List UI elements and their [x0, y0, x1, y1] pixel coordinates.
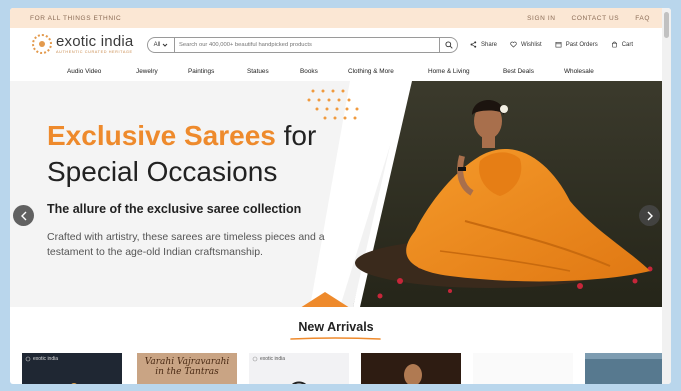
decorative-dots [307, 89, 359, 120]
faq-link[interactable]: FAQ [635, 15, 650, 22]
header-actions: Share Wishlist Past Orders Cart [470, 41, 633, 48]
product-brand-label: exotic india [33, 356, 59, 362]
chevron-right-icon [647, 211, 653, 220]
past-orders-button[interactable]: Past Orders [555, 41, 598, 48]
top-links: SIGN IN CONTACT US FAQ [527, 15, 650, 22]
past-orders-label: Past Orders [565, 41, 598, 48]
product-card[interactable]: Varahi Vajravarahi in the Tantras [137, 353, 237, 384]
product-card[interactable] [361, 353, 461, 384]
top-tagline: FOR ALL THINGS ETHNIC [30, 14, 122, 22]
cart-icon [611, 41, 617, 48]
carousel-next-button[interactable] [639, 205, 660, 226]
new-arrivals-row: exotic india Varahi Vajravarahi in the T… [22, 353, 662, 384]
sign-in-link[interactable]: SIGN IN [527, 15, 555, 22]
logo-name: exotic india [56, 33, 134, 50]
hero-banner: Exclusive Sarees for Special Occasions T… [10, 81, 662, 307]
hero-title-line1: Exclusive Sarees for [47, 121, 316, 151]
nav-item-books[interactable]: Books [300, 68, 318, 75]
decorative-triangle [301, 292, 349, 307]
orders-icon [555, 42, 562, 48]
hero-description: Crafted with artistry, these sarees are … [47, 231, 325, 258]
contact-us-link[interactable]: CONTACT US [572, 15, 620, 22]
new-arrivals-title: New Arrivals [298, 320, 374, 334]
product-card[interactable] [473, 353, 573, 384]
scrollbar-thumb[interactable] [664, 12, 669, 38]
site-logo[interactable]: exotic india AUTHENTIC CURATED HERITAGE [32, 34, 133, 54]
hero-subtitle: The allure of the exclusive saree collec… [47, 202, 302, 216]
search-category-value: All [153, 42, 161, 48]
search-input[interactable] [175, 38, 439, 52]
hero-title-line2: Special Occasions [47, 156, 278, 187]
nav-item-clothing[interactable]: Clothing & More [348, 68, 394, 75]
wishlist-label: Wishlist [521, 41, 542, 48]
product-card[interactable]: exotic india [22, 353, 122, 384]
wishlist-button[interactable]: Wishlist [510, 41, 542, 48]
product-brand-label: exotic india [260, 356, 286, 362]
nav-item-audio-video[interactable]: Audio Video [67, 68, 101, 75]
product-thumbnail [585, 353, 662, 384]
chevron-left-icon [20, 211, 26, 220]
search-category-select[interactable]: All [148, 38, 175, 52]
share-icon [470, 41, 477, 48]
search-bar: All [147, 37, 458, 53]
new-arrivals-underline [290, 337, 381, 340]
top-strip: FOR ALL THINGS ETHNIC SIGN IN CONTACT US… [10, 8, 662, 28]
hero-title-rest: for [275, 120, 317, 151]
logo-tagline: AUTHENTIC CURATED HERITAGE [56, 50, 133, 54]
main-nav: Audio Video Jewelry Paintings Statues Bo… [10, 64, 662, 82]
cart-label: Cart [621, 41, 634, 48]
share-label: Share [481, 41, 498, 48]
cart-button[interactable]: Cart [611, 41, 633, 48]
nav-item-paintings[interactable]: Paintings [188, 68, 214, 75]
nav-item-statues[interactable]: Statues [247, 68, 269, 75]
nav-item-wholesale[interactable]: Wholesale [564, 68, 594, 75]
product-card[interactable] [585, 353, 662, 384]
hero-title-highlight: Exclusive Sarees [47, 120, 276, 151]
product-thumbnail [361, 353, 461, 384]
heart-icon [510, 41, 517, 48]
share-button[interactable]: Share [470, 41, 497, 48]
carousel-prev-button[interactable] [13, 205, 34, 226]
chevron-down-icon [162, 43, 168, 47]
page-scrollbar[interactable] [662, 8, 671, 384]
product-card[interactable]: exotic india [249, 353, 349, 384]
logo-mandala-icon [32, 34, 52, 54]
site-header: exotic india AUTHENTIC CURATED HERITAGE … [10, 28, 662, 66]
browser-viewport: FOR ALL THINGS ETHNIC SIGN IN CONTACT US… [10, 8, 671, 384]
search-button[interactable] [439, 38, 457, 52]
product-book-title: Varahi Vajravarahi in the Tantras [144, 357, 230, 377]
nav-item-jewelry[interactable]: Jewelry [136, 68, 158, 75]
search-icon [444, 41, 453, 49]
nav-item-home-living[interactable]: Home & Living [428, 68, 470, 75]
nav-item-best-deals[interactable]: Best Deals [503, 68, 534, 75]
